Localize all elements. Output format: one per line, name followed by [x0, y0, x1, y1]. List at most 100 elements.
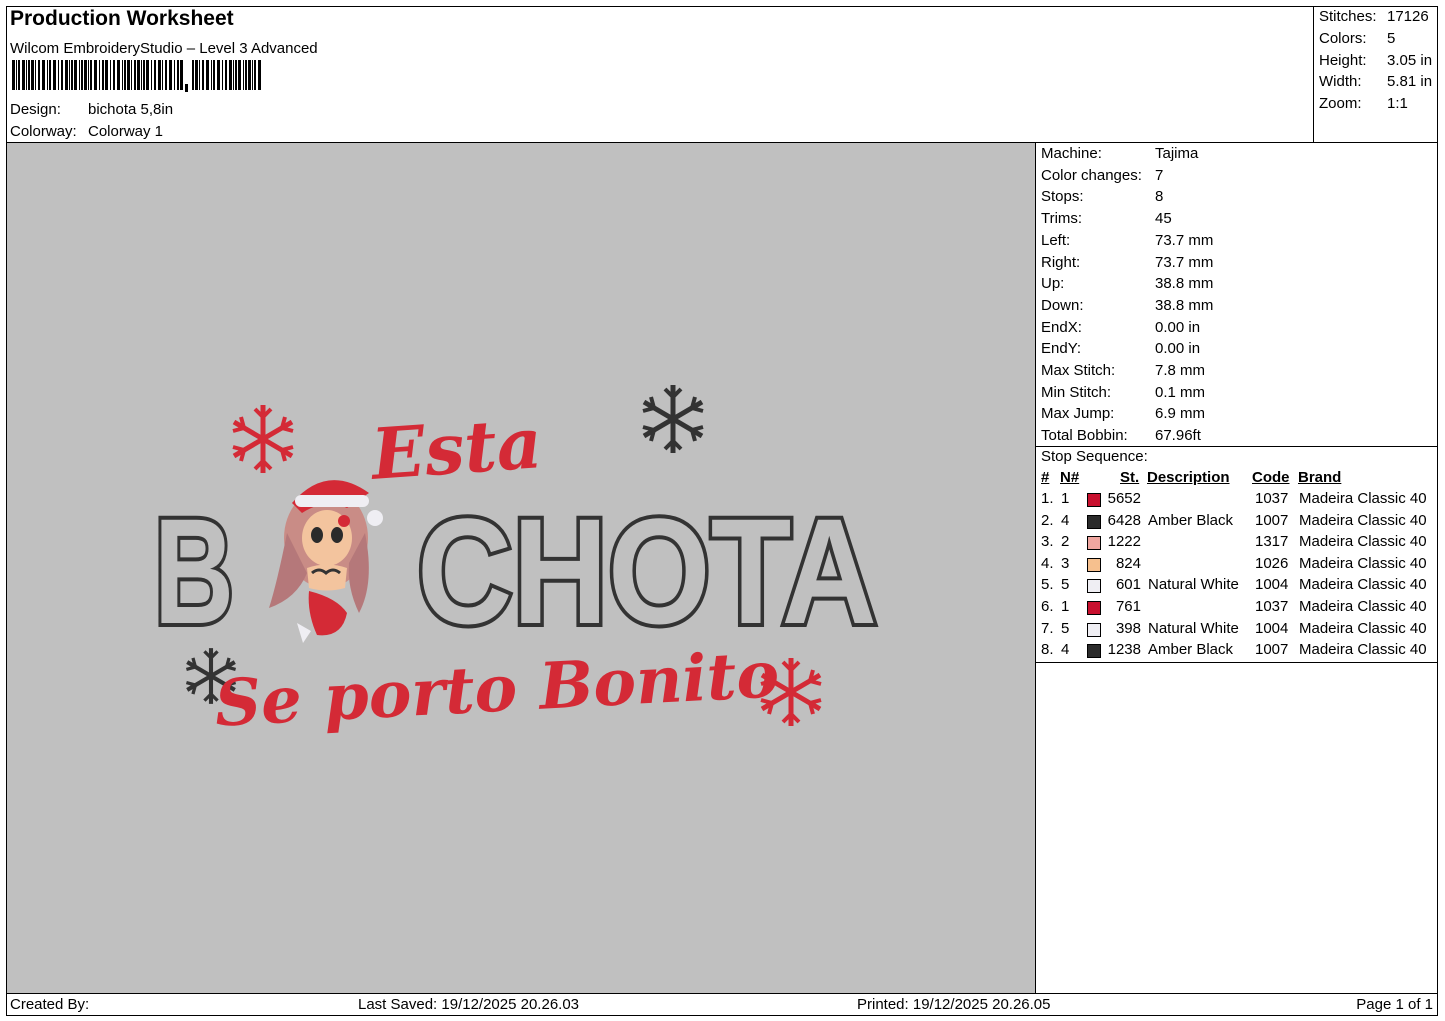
color-swatch	[1087, 536, 1101, 551]
printed-date: Printed: 19/12/2025 20.26.05	[857, 996, 1051, 1013]
machine-info-row: Max Jump: 6.9 mm	[1041, 405, 1205, 422]
machine-info-row: Max Stitch: 7.8 mm	[1041, 362, 1205, 379]
info-value: 8	[1155, 188, 1164, 206]
table-row: 7. 5 398 Natural White 1004 Madeira Classic 4…	[1036, 620, 1438, 641]
machine-info-row: Trims: 45	[1041, 210, 1172, 227]
info-value: 45	[1155, 210, 1172, 228]
text-esta: Esta	[367, 401, 545, 496]
stat-colors: Colors: 5	[1319, 30, 1396, 47]
info-value: 73.7 mm	[1155, 253, 1214, 271]
machine-info-row: Down: 38.8 mm	[1041, 297, 1213, 314]
machine-info-row: EndX: 0.00 in	[1041, 319, 1200, 336]
thread-brand: Madeira Classic 40	[1299, 533, 1427, 551]
thread-code: 1004	[1255, 576, 1289, 594]
stitch-count: 398	[1115, 619, 1141, 637]
details-panel: Machine: Tajima Color changes: 7 Stops: 8 Trim…	[1036, 143, 1438, 993]
table-row: 6. 1 761 1037 Madeira Classic 40	[1036, 598, 1438, 619]
needle-number: 1	[1061, 598, 1070, 615]
info-label: Min Stitch:	[1041, 383, 1112, 401]
row-number: 3.	[1041, 533, 1054, 551]
thread-description: Amber Black	[1148, 641, 1234, 659]
info-label: EndY:	[1041, 340, 1082, 358]
row-number: 1.	[1041, 490, 1054, 507]
stat-width: Width: 5.81 in	[1319, 73, 1433, 90]
info-label: Machine:	[1041, 145, 1102, 162]
colorway-label: Colorway:	[10, 123, 77, 140]
thread-code: 1007	[1255, 641, 1289, 659]
design-value: bichota 5,8in	[88, 101, 174, 118]
info-label: Color changes:	[1041, 166, 1142, 184]
table-row: 3. 2 1222 1317 Madeira Classic 40	[1036, 533, 1438, 554]
col-header-brand: Brand	[1298, 469, 1342, 486]
stat-stitches: Stitches: 17126	[1319, 8, 1429, 25]
text-se-porto-bonito: Se porto Bonito	[213, 637, 781, 741]
row-number: 8.	[1041, 641, 1054, 659]
color-swatch	[1087, 622, 1101, 637]
col-header-code: Code	[1252, 469, 1290, 486]
table-row: 5. 5 601 Natural White 1004 Madeira Classic 4…	[1036, 576, 1438, 597]
needle-number: 4	[1061, 641, 1070, 659]
table-row: 2. 4 6428 Amber Black 1007 Madeira Classic 40	[1036, 512, 1438, 533]
color-swatch	[1087, 514, 1101, 529]
created-by: Created By:	[10, 996, 90, 1013]
info-label: Total Bobbin:	[1041, 427, 1128, 445]
stitch-count: 1222	[1107, 533, 1141, 551]
stop-sequence-title: Stop Sequence:	[1041, 448, 1148, 465]
info-label: EndX:	[1041, 318, 1082, 336]
thread-brand: Madeira Classic 40	[1299, 511, 1427, 529]
color-swatch	[1087, 644, 1101, 659]
thread-brand: Madeira Classic 40	[1299, 554, 1427, 572]
info-value: 67.96ft	[1155, 427, 1201, 445]
needle-number: 2	[1061, 533, 1070, 551]
col-header-n: N#	[1060, 469, 1080, 486]
software-name: Wilcom EmbroideryStudio – Level 3 Advanc…	[10, 40, 318, 57]
snowflake-red-top-left	[233, 405, 293, 473]
stat-zoom: Zoom: 1:1	[1319, 95, 1408, 112]
info-label: Right:	[1041, 253, 1081, 271]
machine-info-row: Up: 38.8 mm	[1041, 275, 1213, 292]
info-value: 0.00 in	[1155, 340, 1201, 358]
stitch-count: 6428	[1107, 511, 1141, 529]
thread-code: 1007	[1255, 511, 1289, 529]
thread-brand: Madeira Classic 40	[1299, 490, 1427, 507]
info-value: 7	[1155, 166, 1164, 184]
needle-number: 5	[1061, 619, 1070, 637]
table-bottom-divider	[1036, 662, 1438, 663]
footer-divider	[6, 993, 1438, 994]
stitch-count: 824	[1115, 554, 1141, 572]
barcode	[12, 60, 261, 92]
mermaid-santa-figure	[269, 480, 383, 643]
thread-description: Natural White	[1148, 576, 1239, 594]
table-row: 8. 4 1238 Amber Black 1007 Madeira Classic 40	[1036, 641, 1438, 662]
info-value: 38.8 mm	[1155, 296, 1214, 314]
thread-description: Amber Black	[1148, 511, 1234, 529]
colorway-row: Colorway: Colorway 1	[10, 123, 163, 140]
table-row: 4. 3 824 1026 Madeira Classic 40	[1036, 555, 1438, 576]
row-number: 6.	[1041, 598, 1054, 615]
stitch-count: 5652	[1107, 490, 1141, 507]
thread-brand: Madeira Classic 40	[1299, 619, 1427, 637]
text-chota: CHOTA	[417, 487, 877, 655]
thread-brand: Madeira Classic 40	[1299, 641, 1427, 659]
stitch-count: 601	[1115, 576, 1141, 594]
info-value: Tajima	[1155, 145, 1199, 162]
machine-info-row: Total Bobbin: 67.96ft	[1041, 427, 1201, 444]
info-label: Stops:	[1041, 188, 1084, 206]
stitch-count: 1238	[1107, 641, 1141, 659]
thread-brand: Madeira Classic 40	[1299, 598, 1427, 615]
info-label: Max Stitch:	[1041, 362, 1116, 379]
row-number: 5.	[1041, 576, 1054, 594]
thread-code: 1026	[1255, 554, 1289, 572]
col-header-st: St.	[1120, 469, 1140, 486]
info-value: 38.8 mm	[1155, 275, 1214, 293]
snowflake-black-top-right	[643, 385, 703, 453]
table-row: 1. 1 5652 1037 Madeira Classic 40	[1036, 490, 1438, 511]
stats-box: Stitches: 17126 Colors: 5 Height: 3.05 in W…	[1313, 6, 1438, 143]
section-divider	[1036, 446, 1438, 447]
row-number: 4.	[1041, 554, 1054, 572]
design-label: Design:	[10, 101, 61, 118]
stat-height: Height: 3.05 in	[1319, 52, 1433, 69]
thread-description: Natural White	[1148, 619, 1239, 637]
machine-info-row: Right: 73.7 mm	[1041, 254, 1213, 271]
embroidery-design: Esta B CHOTA Se porto Bonito	[150, 143, 881, 742]
